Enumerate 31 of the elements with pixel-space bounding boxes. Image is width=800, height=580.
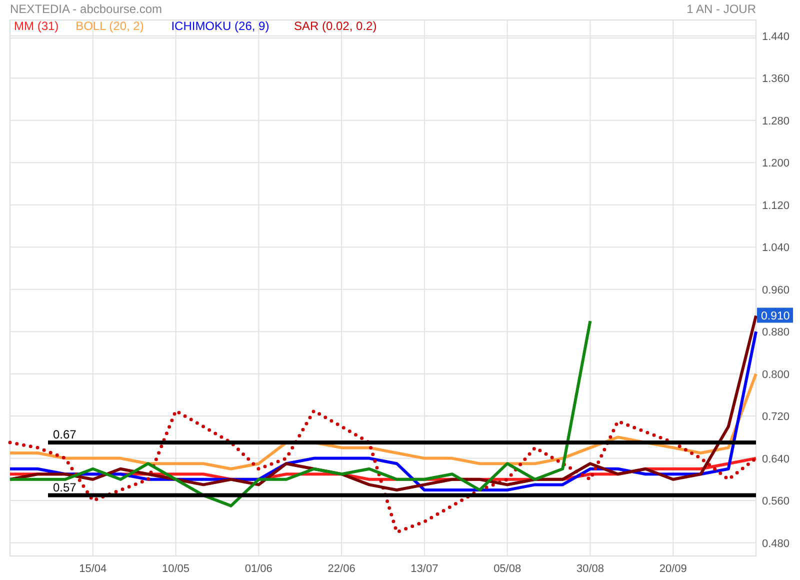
- y-axis-label: 0.800: [762, 368, 790, 381]
- y-axis-label: 1.200: [762, 158, 790, 170]
- y-axis-label: 0.480: [762, 538, 790, 550]
- level-label: 0.57: [53, 480, 76, 494]
- x-axis-label: 30/08: [576, 563, 604, 575]
- annotation: 0.910: [761, 310, 790, 323]
- x-axis-label: 13/07: [410, 563, 438, 575]
- legend-label: SAR (0.02, 0.2): [294, 19, 377, 33]
- level-label: 0.67: [53, 427, 76, 442]
- y-axis-label: 1.120: [762, 200, 790, 212]
- y-axis-label: 0.720: [762, 411, 790, 424]
- x-axis-label: 15/04: [79, 563, 107, 575]
- y-axis-label: 0.560: [762, 496, 790, 508]
- legend-label: ICHIMOKU (26, 9): [171, 19, 270, 33]
- legend-label: BOLL (20, 2): [76, 19, 144, 33]
- y-axis-label: 0.880: [762, 326, 790, 339]
- legend-label: MM (31): [14, 19, 59, 33]
- y-axis-label: 0.960: [762, 284, 790, 296]
- y-axis-label: 0.640: [762, 453, 790, 466]
- x-axis-label: 01/06: [244, 563, 272, 575]
- y-axis-label: 1.440: [762, 30, 790, 43]
- x-axis-label: 22/06: [328, 563, 356, 575]
- chart-title: NEXTEDIA - abcbourse.com: [10, 2, 162, 16]
- price-tag: 0.910: [757, 308, 793, 323]
- x-axis-label: 10/05: [162, 563, 190, 575]
- x-axis-label: 05/08: [494, 563, 522, 575]
- x-axis-label: 20/09: [659, 563, 687, 575]
- y-axis-label: 1.360: [762, 73, 790, 86]
- period-label: 1 AN - JOUR: [686, 2, 756, 16]
- y-axis-label: 1.040: [762, 242, 790, 254]
- y-axis-label: 1.280: [762, 115, 790, 128]
